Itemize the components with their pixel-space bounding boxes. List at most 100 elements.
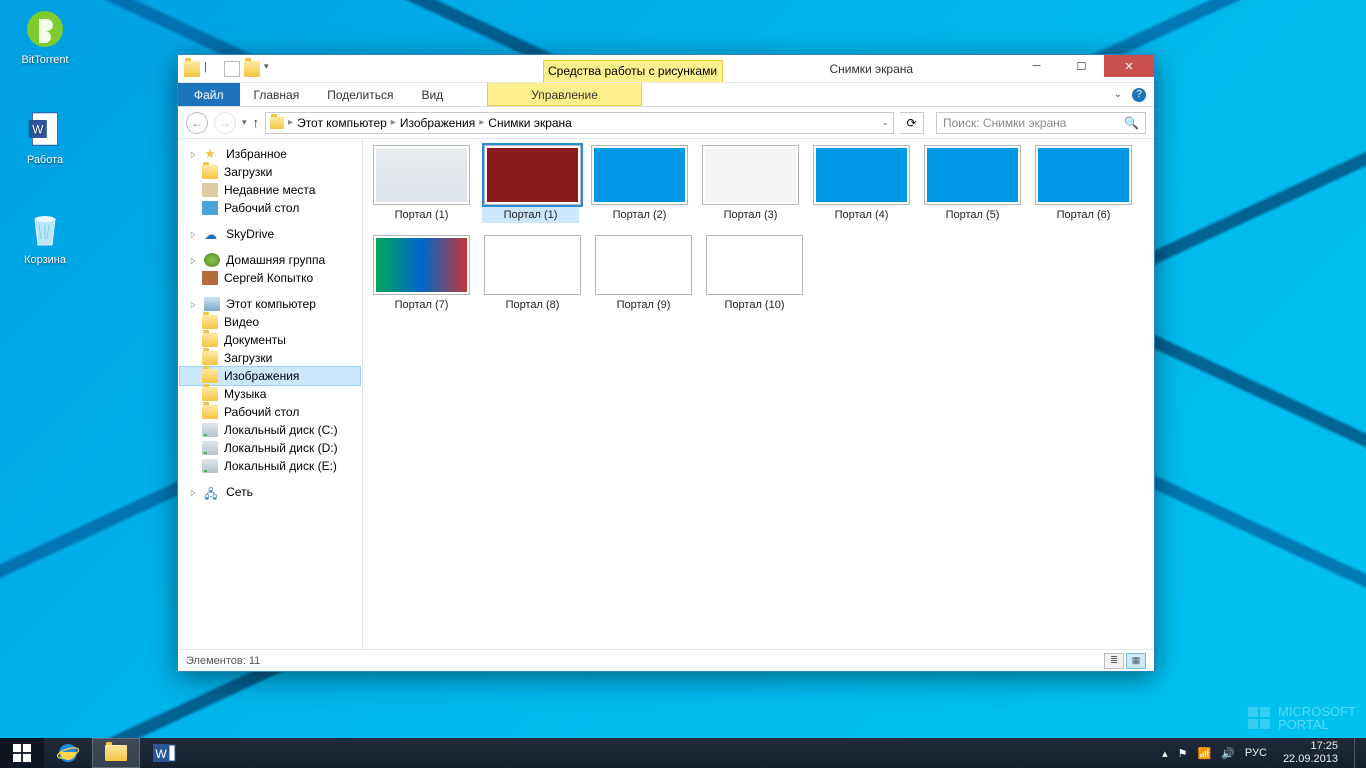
file-thumbnail[interactable]: Портал (9): [595, 235, 692, 311]
breadcrumb-item[interactable]: Изображения: [400, 116, 475, 130]
svg-text:W: W: [32, 124, 43, 137]
qat-dropdown-icon[interactable]: ▾: [264, 61, 269, 77]
ribbon-tab-view[interactable]: Вид: [407, 83, 457, 106]
sidebar-item-drive-e[interactable]: Локальный диск (E:): [180, 457, 360, 475]
folder-icon: [202, 369, 218, 383]
sidebar-item-documents[interactable]: Документы: [180, 331, 360, 349]
tray-volume-icon[interactable]: 🔊: [1221, 747, 1235, 760]
ribbon-tab-share[interactable]: Поделиться: [313, 83, 407, 106]
network-icon: 🖧: [204, 485, 220, 499]
nav-back-button[interactable]: ←: [186, 112, 208, 134]
folder-icon: [202, 165, 218, 179]
sidebar-item-recent[interactable]: Недавние места: [180, 181, 360, 199]
ribbon-tab-manage[interactable]: Управление: [487, 83, 642, 106]
file-label: Портал (8): [484, 299, 581, 311]
breadcrumb[interactable]: ▸ Этот компьютер ▸ Изображения ▸ Снимки …: [265, 112, 894, 134]
breadcrumb-dropdown-icon[interactable]: ⌄: [881, 117, 889, 128]
file-thumbnail[interactable]: Портал (10): [706, 235, 803, 311]
desktop-icon-label: BitTorrent: [21, 54, 68, 66]
file-thumbnail[interactable]: Портал (4): [813, 145, 910, 221]
desktop-icon-recycle[interactable]: Корзина: [10, 208, 80, 266]
help-icon[interactable]: ?: [1132, 88, 1146, 102]
file-thumbnail[interactable]: Портал (1): [373, 145, 470, 221]
maximize-button[interactable]: ☐: [1059, 55, 1104, 77]
folder-icon: [202, 315, 218, 329]
thumbnail-preview: [484, 235, 581, 295]
nav-forward-button[interactable]: →: [214, 112, 236, 134]
show-desktop-button[interactable]: [1354, 738, 1360, 768]
sidebar-item-desktop[interactable]: Рабочий стол: [180, 199, 360, 217]
tray-up-icon[interactable]: ▴: [1162, 747, 1168, 760]
refresh-button[interactable]: ⟳: [900, 112, 924, 134]
taskbar-explorer[interactable]: [92, 738, 140, 768]
search-input[interactable]: Поиск: Снимки экрана 🔍: [936, 112, 1146, 134]
minimize-button[interactable]: ─: [1014, 55, 1059, 77]
tray-network-icon[interactable]: 📶: [1198, 747, 1212, 760]
folder-icon: [202, 405, 218, 419]
sidebar-item-drive-d[interactable]: Локальный диск (D:): [180, 439, 360, 457]
file-thumbnail[interactable]: Портал (7): [373, 235, 470, 311]
sidebar-homegroup[interactable]: Домашняя группа: [180, 251, 360, 269]
drive-icon: [202, 441, 218, 455]
desktop-icon-bittorrent[interactable]: BitTorrent: [10, 8, 80, 66]
status-text: Элементов: 11: [186, 655, 260, 667]
ribbon-file[interactable]: Файл: [178, 83, 240, 106]
breadcrumb-item[interactable]: Снимки экрана: [488, 116, 572, 130]
sidebar-network[interactable]: 🖧Сеть: [180, 483, 360, 501]
file-label: Портал (7): [373, 299, 470, 311]
word-doc-icon: W: [24, 108, 66, 150]
tray-clock[interactable]: 17:25 22.09.2013: [1277, 740, 1344, 765]
taskbar-word[interactable]: W: [140, 738, 188, 768]
sidebar-item-drive-c[interactable]: Локальный диск (C:): [180, 421, 360, 439]
folder-icon: [202, 351, 218, 365]
thumbnail-preview: [484, 145, 581, 205]
sidebar-item-videos[interactable]: Видео: [180, 313, 360, 331]
ribbon: Файл Главная Поделиться Вид Управление ⌄…: [178, 83, 1154, 107]
sidebar-item-music[interactable]: Музыка: [180, 385, 360, 403]
thumbnail-preview: [591, 145, 688, 205]
nav-recent-icon[interactable]: ▾: [242, 117, 247, 128]
sidebar-item-downloads[interactable]: Загрузки: [180, 163, 360, 181]
nav-up-button[interactable]: ↑: [253, 115, 260, 130]
sidebar-item-desktop2[interactable]: Рабочий стол: [180, 403, 360, 421]
props-icon[interactable]: [224, 61, 240, 77]
taskbar-ie[interactable]: [44, 738, 92, 768]
folder-icon: [184, 61, 200, 77]
avatar-icon: [202, 271, 218, 285]
sidebar-item-downloads2[interactable]: Загрузки: [180, 349, 360, 367]
file-thumbnail[interactable]: Портал (3): [702, 145, 799, 221]
thumbnail-preview: [813, 145, 910, 205]
watermark: MICROSOFTPORTAL: [1248, 705, 1356, 732]
explorer-window: | ▾ Средства работы с рисунками Снимки э…: [177, 54, 1155, 672]
ribbon-tab-home[interactable]: Главная: [240, 83, 314, 106]
thumbnail-preview: [373, 235, 470, 295]
file-thumbnail[interactable]: Портал (6): [1035, 145, 1132, 221]
file-thumbnail[interactable]: Портал (1): [482, 143, 579, 223]
breadcrumb-item[interactable]: Этот компьютер: [297, 116, 387, 130]
ribbon-expand-icon[interactable]: ⌄: [1114, 89, 1122, 100]
titlebar[interactable]: | ▾ Средства работы с рисунками Снимки э…: [178, 55, 1154, 83]
svg-text:W: W: [155, 747, 167, 761]
cloud-icon: ☁: [204, 227, 220, 241]
new-folder-icon[interactable]: [244, 61, 260, 77]
tray-language[interactable]: РУС: [1245, 747, 1267, 759]
desktop-icon-word[interactable]: W Работа: [10, 108, 80, 166]
file-thumbnail[interactable]: Портал (8): [484, 235, 581, 311]
file-thumbnail[interactable]: Портал (5): [924, 145, 1021, 221]
file-thumbnail[interactable]: Портал (2): [591, 145, 688, 221]
view-thumbnails-button[interactable]: ▦: [1126, 653, 1146, 669]
sidebar-this-pc[interactable]: Этот компьютер: [180, 295, 360, 313]
taskbar: W ▴ ⚑ 📶 🔊 РУС 17:25 22.09.2013: [0, 738, 1366, 768]
sidebar-item-user[interactable]: Сергей Копытко: [180, 269, 360, 287]
file-label: Портал (4): [813, 209, 910, 221]
close-button[interactable]: ✕: [1104, 55, 1154, 77]
file-label: Портал (1): [373, 209, 470, 221]
sidebar-item-pictures[interactable]: Изображения: [180, 367, 360, 385]
start-button[interactable]: [0, 738, 44, 768]
thumbnail-preview: [595, 235, 692, 295]
sidebar-favorites[interactable]: ★Избранное: [180, 145, 360, 163]
tray-flag-icon[interactable]: ⚑: [1178, 747, 1188, 760]
sidebar-skydrive[interactable]: ☁SkyDrive: [180, 225, 360, 243]
view-details-button[interactable]: ≣: [1104, 653, 1124, 669]
content-area[interactable]: Портал (1)Портал (1)Портал (2)Портал (3)…: [363, 139, 1154, 649]
